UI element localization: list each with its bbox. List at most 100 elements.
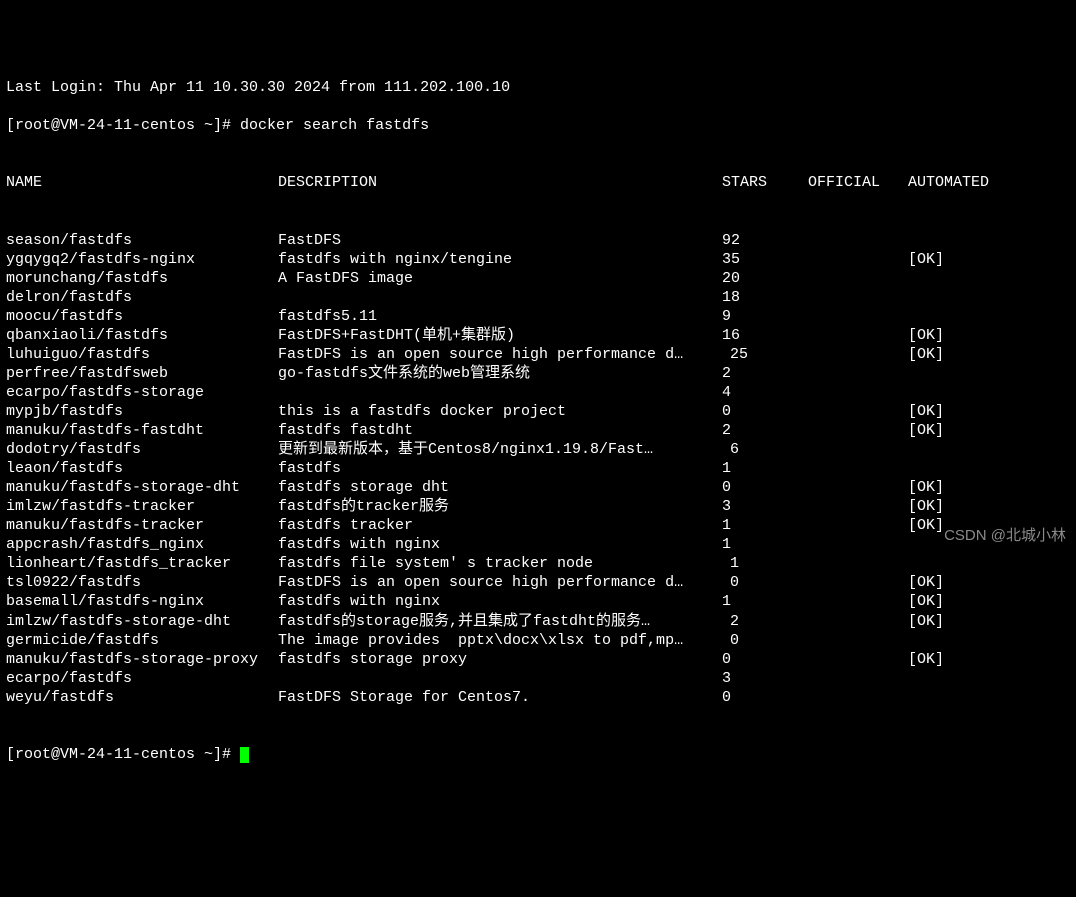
table-row: lionheart/fastdfs_trackerfastdfs file sy… <box>6 554 1070 573</box>
row-stars: 2 <box>722 421 808 440</box>
row-automated: [OK] <box>908 612 944 631</box>
table-row: perfree/fastdfswebgo-fastdfs文件系统的web管理系统… <box>6 364 1070 383</box>
row-stars: 0 <box>722 402 808 421</box>
row-official <box>808 554 908 573</box>
table-row: appcrash/fastdfs_nginxfastdfs with nginx… <box>6 535 1070 554</box>
prompt: [root@VM-24-11-centos ~]# <box>6 746 240 763</box>
table-row: leaon/fastdfsfastdfs1 <box>6 459 1070 478</box>
row-description: fastdfs storage dht <box>278 478 722 497</box>
row-description <box>278 669 722 688</box>
table-row: germicide/fastdfsThe image provides pptx… <box>6 631 1070 650</box>
table-row: dodotry/fastdfs更新到最新版本，基于Centos8/nginx1.… <box>6 440 1070 459</box>
row-stars: 0 <box>722 688 808 707</box>
row-official <box>808 364 908 383</box>
row-stars: 0 <box>722 573 808 592</box>
row-stars: 0 <box>722 650 808 669</box>
row-stars: 35 <box>722 250 808 269</box>
row-name: imlzw/fastdfs-storage-dht <box>6 612 278 631</box>
row-stars: 2 <box>722 612 808 631</box>
row-description: fastdfs tracker <box>278 516 722 535</box>
table-row: manuku/fastdfs-trackerfastdfs tracker1[O… <box>6 516 1070 535</box>
table-row: tsl0922/fastdfsFastDFS is an open source… <box>6 573 1070 592</box>
row-description: fastdfs with nginx/tengine <box>278 250 722 269</box>
row-description <box>278 288 722 307</box>
row-name: season/fastdfs <box>6 231 278 250</box>
row-official <box>808 402 908 421</box>
table-row: manuku/fastdfs-storage-proxyfastdfs stor… <box>6 650 1070 669</box>
row-name: manuku/fastdfs-storage-dht <box>6 478 278 497</box>
table-row: ygqygq2/fastdfs-nginxfastdfs with nginx/… <box>6 250 1070 269</box>
row-automated: [OK] <box>908 516 944 535</box>
row-name: dodotry/fastdfs <box>6 440 278 459</box>
table-row: manuku/fastdfs-fastdhtfastdfs fastdht2[O… <box>6 421 1070 440</box>
row-description: FastDFS <box>278 231 722 250</box>
row-official <box>808 288 908 307</box>
row-official <box>808 345 908 364</box>
row-name: appcrash/fastdfs_nginx <box>6 535 278 554</box>
row-official <box>808 497 908 516</box>
row-description: fastdfs <box>278 459 722 478</box>
row-automated: [OK] <box>908 573 944 592</box>
prompt: [root@VM-24-11-centos ~]# <box>6 117 240 134</box>
table-row: weyu/fastdfsFastDFS Storage for Centos7.… <box>6 688 1070 707</box>
table-row: mypjb/fastdfsthis is a fastdfs docker pr… <box>6 402 1070 421</box>
row-stars: 2 <box>722 364 808 383</box>
row-description: fastdfs的storage服务,并且集成了fastdht的服务… <box>278 612 722 631</box>
row-description: fastdfs storage proxy <box>278 650 722 669</box>
watermark: CSDN @北城小林 <box>944 526 1066 545</box>
row-automated: [OK] <box>908 497 944 516</box>
row-stars: 6 <box>722 440 808 459</box>
last-login-line: Last Login: Thu Apr 11 10.30.30 2024 fro… <box>6 78 1070 97</box>
table-row: delron/fastdfs18 <box>6 288 1070 307</box>
row-name: basemall/fastdfs-nginx <box>6 592 278 611</box>
header-official: OFFICIAL <box>808 173 908 192</box>
table-row: ecarpo/fastdfs 3 <box>6 669 1070 688</box>
command-line[interactable]: [root@VM-24-11-centos ~]# docker search … <box>6 116 1070 135</box>
row-official <box>808 269 908 288</box>
row-official <box>808 250 908 269</box>
command-text: docker search fastdfs <box>240 117 429 134</box>
row-stars: 1 <box>722 535 808 554</box>
table-row: basemall/fastdfs-nginxfastdfs with nginx… <box>6 592 1070 611</box>
row-name: qbanxiaoli/fastdfs <box>6 326 278 345</box>
row-name: ecarpo/fastdfs-storage <box>6 383 278 402</box>
row-automated: [OK] <box>908 478 944 497</box>
row-name: moocu/fastdfs <box>6 307 278 326</box>
row-name: ecarpo/fastdfs <box>6 669 278 688</box>
row-stars: 25 <box>722 345 808 364</box>
row-official <box>808 231 908 250</box>
row-description: fastdfs with nginx <box>278 592 722 611</box>
row-description <box>278 383 722 402</box>
row-official <box>808 612 908 631</box>
row-stars: 92 <box>722 231 808 250</box>
row-stars: 0 <box>722 478 808 497</box>
row-stars: 3 <box>722 497 808 516</box>
row-name: perfree/fastdfsweb <box>6 364 278 383</box>
row-name: weyu/fastdfs <box>6 688 278 707</box>
header-stars: STARS <box>722 173 808 192</box>
row-name: lionheart/fastdfs_tracker <box>6 554 278 573</box>
table-row: season/fastdfsFastDFS92 <box>6 231 1070 250</box>
row-description: 更新到最新版本，基于Centos8/nginx1.19.8/Fast… <box>278 440 722 459</box>
table-row: imlzw/fastdfs-trackerfastdfs的tracker服务3[… <box>6 497 1070 516</box>
table-row: qbanxiaoli/fastdfsFastDFS+FastDHT(单机+集群版… <box>6 326 1070 345</box>
row-official <box>808 326 908 345</box>
table-row: imlzw/fastdfs-storage-dhtfastdfs的storage… <box>6 612 1070 631</box>
row-name: tsl0922/fastdfs <box>6 573 278 592</box>
row-stars: 1 <box>722 459 808 478</box>
row-stars: 3 <box>722 669 808 688</box>
row-official <box>808 459 908 478</box>
row-official <box>808 307 908 326</box>
row-official <box>808 478 908 497</box>
table-row: manuku/fastdfs-storage-dhtfastdfs storag… <box>6 478 1070 497</box>
table-row: ecarpo/fastdfs-storage4 <box>6 383 1070 402</box>
row-official <box>808 516 908 535</box>
row-automated: [OK] <box>908 326 944 345</box>
row-official <box>808 440 908 459</box>
row-official <box>808 421 908 440</box>
table-row: morunchang/fastdfsA FastDFS image20 <box>6 269 1070 288</box>
prompt-line[interactable]: [root@VM-24-11-centos ~]# <box>6 745 1070 764</box>
row-name: ygqygq2/fastdfs-nginx <box>6 250 278 269</box>
row-name: leaon/fastdfs <box>6 459 278 478</box>
row-stars: 18 <box>722 288 808 307</box>
